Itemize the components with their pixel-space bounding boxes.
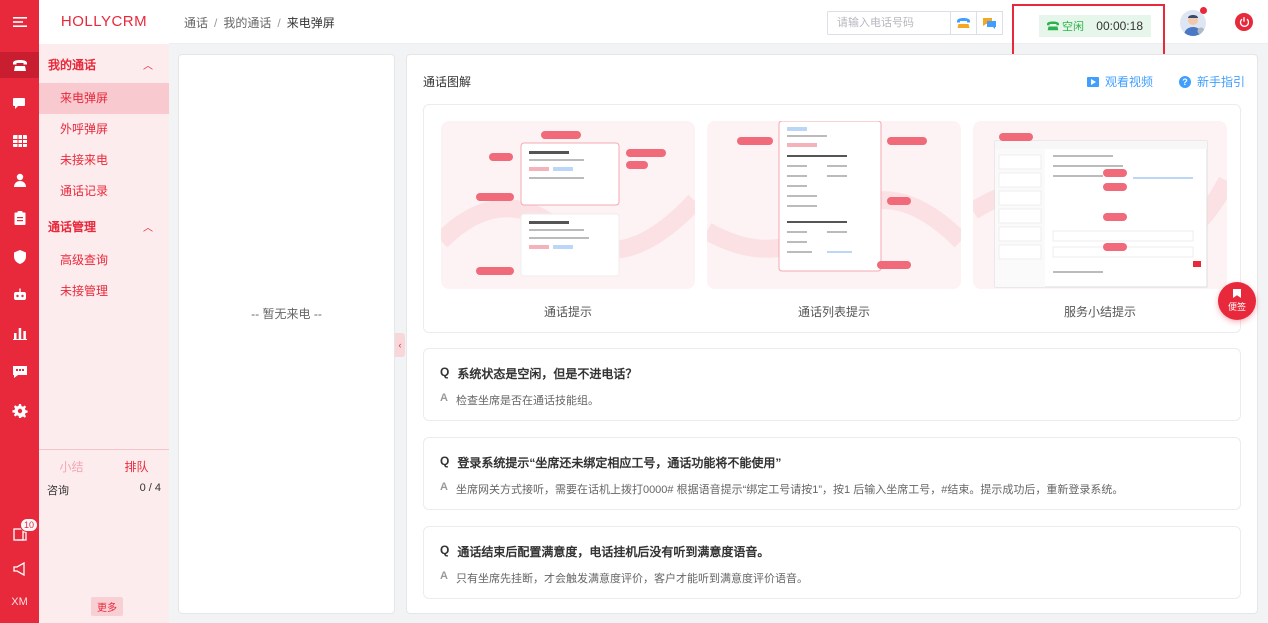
user-icon[interactable] <box>0 168 39 192</box>
message-icon[interactable] <box>0 360 39 384</box>
a-marker: A <box>440 481 448 493</box>
phone-dial-icon <box>957 18 970 28</box>
sub-navigation: HOLLYCRM 我的通话 ︿ 来电弹屏 外呼弹屏 未接来电 通话记录 通话管理… <box>39 0 169 623</box>
q-marker: Q <box>440 365 450 379</box>
illustration-caption: 通话提示 <box>543 305 592 319</box>
chevron-up-icon: ︿ <box>143 222 153 234</box>
app-logo: HOLLYCRM <box>39 0 169 44</box>
q-marker: Q <box>440 454 450 468</box>
incoming-call-panel: -- 暂无来电 -- <box>178 54 395 614</box>
phone-status-icon <box>1047 21 1059 31</box>
chat-icon[interactable] <box>0 91 39 115</box>
main-panel: 通话图解 观看视频 ? 新手指引 通话提示 通话列表提示 服务小结提示 Q 系统… <box>406 54 1258 614</box>
panel-collapse-handle[interactable]: ‹ <box>395 333 405 357</box>
a-marker: A <box>440 570 448 582</box>
breadcrumb-current: 来电弹屏 <box>286 16 335 30</box>
dial-button[interactable] <box>950 11 977 35</box>
queue-stats-panel: 小结 排队 咨询 0 / 4 <box>39 449 169 498</box>
faq-question: 系统状态是空闲，但是不进电话？ <box>457 367 638 381</box>
queue-row: 咨询 0 / 4 <box>39 482 169 498</box>
notification-badge: 10 <box>20 518 39 532</box>
gear-icon[interactable] <box>0 399 39 423</box>
nav-item-incoming-popup[interactable]: 来电弹屏 <box>39 83 169 114</box>
illustration-caption: 通话列表提示 <box>797 305 870 319</box>
a-marker: A <box>440 392 448 404</box>
illustration-gallery: 通话提示 通话列表提示 服务小结提示 <box>423 104 1241 333</box>
section-title: 通话图解 <box>423 75 472 89</box>
faq-item: Q 登录系统提示“坐席还未绑定相应工号，通话功能将不能使用” A 坐席网关方式接听，… <box>423 437 1241 510</box>
queue-row-value: 0 / 4 <box>139 482 161 494</box>
megaphone-icon[interactable] <box>0 557 39 581</box>
faq-question: 登录系统提示“坐席还未绑定相应工号，通话功能将不能使用” <box>457 456 782 470</box>
tab-queue[interactable]: 排队 <box>124 458 148 475</box>
robot-icon[interactable] <box>0 283 39 307</box>
status-idle: 空闲 <box>1047 18 1084 34</box>
shield-icon[interactable] <box>0 245 39 269</box>
phone-icon[interactable] <box>0 52 39 78</box>
nav-item-advanced-search[interactable]: 高级查询 <box>39 245 169 276</box>
phone-number-input[interactable] <box>827 11 951 35</box>
agent-status-highlight: 空闲 00:00:18 <box>1012 4 1165 57</box>
call-list-hint-illustration[interactable] <box>707 121 961 289</box>
nav-item-call-records[interactable]: 通话记录 <box>39 176 169 207</box>
sticky-note-label: 便签 <box>1227 302 1246 312</box>
faq-answer: 只有坐席先挂断，才会触发满意度评价，客户才能听到满意度评价语音。 <box>455 573 808 585</box>
nav-group-my-calls[interactable]: 我的通话 ︿ <box>39 45 169 83</box>
illustration-caption: 服务小结提示 <box>1063 305 1136 319</box>
avatar-notification-dot <box>1200 7 1207 14</box>
nav-group-call-management[interactable]: 通话管理 ︿ <box>39 207 169 245</box>
nav-item-outgoing-popup[interactable]: 外呼弹屏 <box>39 114 169 145</box>
menu-toggle-icon[interactable] <box>0 10 39 34</box>
nav-group-label: 通话管理 <box>48 219 97 234</box>
bar-chart-icon[interactable] <box>0 321 39 345</box>
app-root: 10 XM HOLLYCRM 我的通话 ︿ 来电弹屏 外呼弹屏 未接来电 通话记… <box>0 0 1268 623</box>
help-icon: ? <box>1179 75 1191 88</box>
clipboard-icon[interactable] <box>0 206 39 230</box>
logout-button[interactable] <box>1235 13 1253 31</box>
nav-item-missed-management[interactable]: 未接管理 <box>39 276 169 307</box>
status-timer: 00:00:18 <box>1096 19 1143 33</box>
faq-item: Q 系统状态是空闲，但是不进电话？ A 检查坐席是否在通话技能组。 <box>423 348 1241 421</box>
nav-group-label: 我的通话 <box>48 57 97 72</box>
bookmark-icon <box>1233 289 1241 298</box>
beginner-guide-link[interactable]: ? 新手指引 <box>1179 73 1245 90</box>
queue-row-label: 咨询 <box>47 485 69 497</box>
faq-question: 通话结束后配置满意度，电话挂机后没有听到满意度语音。 <box>457 545 770 559</box>
power-icon <box>1239 17 1249 27</box>
icon-rail: 10 XM <box>0 0 39 623</box>
more-button[interactable]: 更多 <box>91 597 123 616</box>
faq-answer: 坐席网关方式接听，需要在话机上拨打0000# 根据语音提示“绑定工号请按1”，按… <box>455 484 1124 496</box>
faq-answer: 检查坐席是否在通话技能组。 <box>455 395 599 407</box>
video-icon <box>1087 76 1099 87</box>
agent-status[interactable]: 空闲 00:00:18 <box>1039 15 1151 37</box>
faq-item: Q 通话结束后配置满意度，电话挂机后没有听到满意度语音。 A 只有坐席先挂断，才会触… <box>423 526 1241 599</box>
no-call-message: -- 暂无来电 -- <box>251 307 322 321</box>
chat-button[interactable] <box>976 11 1003 35</box>
breadcrumb: 通话 / 我的通话 / 来电弹屏 <box>184 16 335 30</box>
user-initials: XM <box>11 596 28 608</box>
breadcrumb-item[interactable]: 我的通话 <box>223 16 271 30</box>
grid-icon[interactable] <box>0 129 39 153</box>
watch-video-link[interactable]: 观看视频 <box>1087 73 1153 90</box>
nav-item-missed-calls[interactable]: 未接来电 <box>39 145 169 176</box>
top-header: 通话/我的通话/来电弹屏 空闲 00:00:18 <box>169 0 1268 57</box>
chat-bubble-icon <box>983 18 996 29</box>
status-label: 空闲 <box>1062 21 1084 33</box>
sticky-note-button[interactable]: 便签 <box>1218 282 1256 320</box>
beginner-guide-label: 新手指引 <box>1197 75 1246 89</box>
tab-summary[interactable]: 小结 <box>59 458 83 475</box>
breadcrumb-item[interactable]: 通话 <box>184 16 208 30</box>
service-summary-hint-illustration[interactable] <box>973 121 1227 289</box>
watch-video-label: 观看视频 <box>1105 75 1154 89</box>
chevron-up-icon: ︿ <box>143 60 153 72</box>
q-marker: Q <box>440 543 450 557</box>
call-hint-illustration[interactable] <box>441 121 695 289</box>
